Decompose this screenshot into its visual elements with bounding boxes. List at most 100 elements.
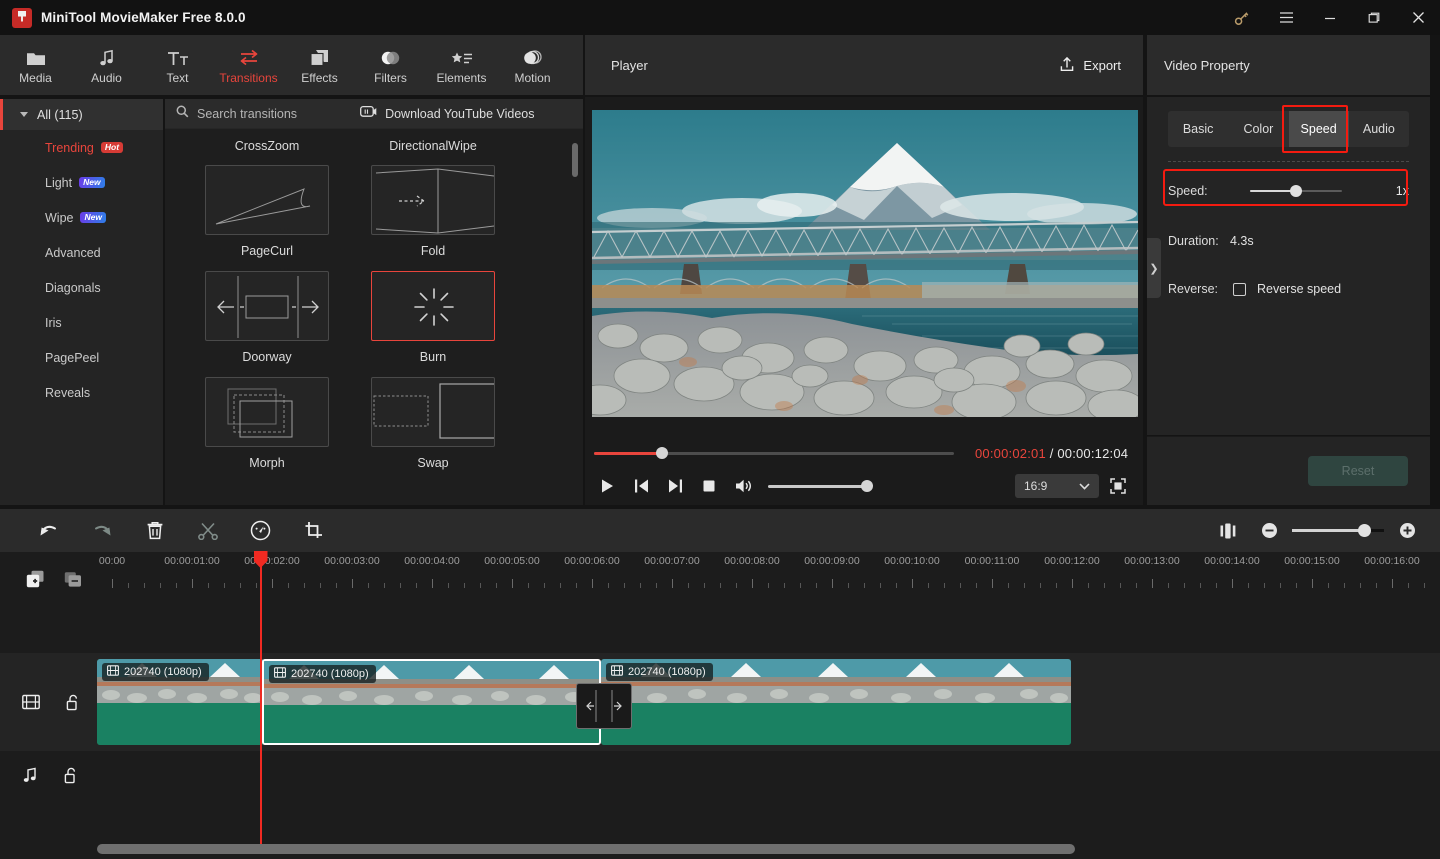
transition-item-burn[interactable]: Burn	[371, 271, 495, 367]
ruler-minor-tick	[896, 583, 897, 588]
volume-slider[interactable]	[768, 480, 873, 492]
tab-media[interactable]: Media	[0, 35, 71, 95]
previous-frame-button[interactable]	[624, 471, 658, 501]
player-area: 00:00:02:01 / 00:00:12:04 16:9	[585, 97, 1143, 505]
maximize-icon[interactable]	[1352, 0, 1396, 35]
collapse-panel-chevron-right-icon[interactable]: ❯	[1147, 238, 1161, 298]
speed-button[interactable]	[234, 509, 287, 552]
timeline-horizontal-scrollbar[interactable]	[97, 844, 1075, 854]
category-item-wipe[interactable]: Wipe New	[0, 200, 163, 235]
transition-item-pagecurl[interactable]: PageCurl	[205, 165, 329, 261]
fit-timeline-icon[interactable]	[1201, 509, 1254, 552]
stop-button[interactable]	[692, 471, 726, 501]
category-item-reveals[interactable]: Reveals	[0, 375, 163, 410]
tab-audio[interactable]: Audio	[1349, 111, 1409, 147]
category-all[interactable]: All (115)	[0, 99, 163, 130]
ruler-minor-tick	[1008, 583, 1009, 588]
split-button[interactable]	[181, 509, 234, 552]
category-label: Diagonals	[45, 280, 101, 295]
tab-color[interactable]: Color	[1228, 111, 1288, 147]
category-item-diagonals[interactable]: Diagonals	[0, 270, 163, 305]
category-item-iris[interactable]: Iris	[0, 305, 163, 340]
speed-handle[interactable]	[1290, 184, 1302, 197]
tab-effects[interactable]: Effects	[284, 35, 355, 95]
category-label: Wipe	[45, 210, 74, 225]
tab-speed[interactable]: Speed	[1288, 111, 1349, 147]
timeline-ruler[interactable]: 00:00 00:00:01:00 00:00:02:00 00:00:03:00 00…	[96, 552, 1440, 600]
search-input[interactable]: Search transitions	[176, 105, 297, 123]
tab-text[interactable]: Text	[142, 35, 213, 95]
playhead[interactable]	[253, 551, 268, 830]
ruler-minor-tick	[1088, 583, 1089, 588]
fullscreen-button[interactable]	[1099, 471, 1137, 501]
unlock-icon[interactable]	[64, 767, 78, 784]
crop-button[interactable]	[287, 509, 340, 552]
key-icon[interactable]	[1220, 0, 1264, 35]
volume-handle[interactable]	[861, 480, 873, 492]
close-icon[interactable]	[1396, 0, 1440, 35]
delete-button[interactable]	[128, 509, 181, 552]
tab-elements[interactable]: Elements	[426, 35, 497, 95]
audio-track-icon[interactable]	[22, 767, 38, 783]
ruler-minor-tick	[560, 583, 561, 588]
video-preview[interactable]	[592, 110, 1138, 417]
zoom-out-icon[interactable]	[1254, 509, 1284, 552]
category-item-pagepeel[interactable]: PagePeel	[0, 340, 163, 375]
category-item-trending[interactable]: Trending Hot	[0, 130, 163, 165]
tab-basic[interactable]: Basic	[1168, 111, 1228, 147]
play-button[interactable]	[590, 471, 624, 501]
doorway-transition-marker[interactable]	[576, 683, 632, 729]
unlock-icon[interactable]	[66, 694, 80, 711]
transition-item-doorway[interactable]: Doorway	[205, 271, 329, 367]
tab-audio[interactable]: Audio	[71, 35, 142, 95]
ruler-minor-tick	[1264, 583, 1265, 588]
tab-filters[interactable]: Filters	[355, 35, 426, 95]
ruler-minor-tick	[496, 583, 497, 588]
app-title: MiniTool MovieMaker Free 8.0.0	[41, 10, 246, 25]
seek-slider[interactable]	[594, 447, 954, 459]
redo-button[interactable]	[75, 509, 128, 552]
tab-motion[interactable]: Motion	[497, 35, 568, 95]
remove-track-icon[interactable]	[64, 570, 83, 588]
tab-transitions[interactable]: Transitions	[213, 35, 284, 95]
ruler-minor-tick	[976, 583, 977, 588]
timeline-zoom-slider[interactable]	[1292, 523, 1384, 537]
minimize-icon[interactable]	[1308, 0, 1352, 35]
download-youtube-videos-button[interactable]: Download YouTube Videos	[360, 105, 535, 123]
transition-thumbnail[interactable]	[205, 165, 329, 235]
transition-item-fold[interactable]: Fold	[371, 165, 495, 261]
zoom-handle[interactable]	[1358, 523, 1371, 537]
timeline-zoom-tools	[1201, 509, 1422, 552]
transition-thumbnail[interactable]	[205, 377, 329, 447]
transition-item-morph[interactable]: Morph	[205, 377, 329, 473]
category-item-light[interactable]: Light New	[0, 165, 163, 200]
reset-button[interactable]: Reset	[1308, 456, 1408, 486]
seek-handle[interactable]	[656, 447, 668, 459]
add-track-icon[interactable]	[26, 570, 45, 588]
ruler-tick-label: 00:00:04:00	[404, 555, 460, 567]
transition-thumbnail[interactable]	[371, 377, 495, 447]
category-item-advanced[interactable]: Advanced	[0, 235, 163, 270]
ruler-tick-label: 00:00:16:00	[1364, 555, 1420, 567]
ruler-tick-label: 00:00:03:00	[324, 555, 380, 567]
zoom-in-icon[interactable]	[1392, 509, 1422, 552]
speed-slider[interactable]	[1250, 184, 1342, 197]
transition-item-swap[interactable]: Swap	[371, 377, 495, 473]
reverse-speed-checkbox[interactable]	[1233, 282, 1246, 296]
transitions-scrollbar[interactable]	[572, 143, 578, 177]
aspect-ratio-select[interactable]: 16:9	[1015, 474, 1099, 498]
menu-icon[interactable]	[1264, 0, 1308, 35]
video-track-icon[interactable]	[22, 694, 40, 710]
ruler-tick-label: 00:00:05:00	[484, 555, 540, 567]
transition-thumbnail[interactable]	[205, 271, 329, 341]
transition-thumbnail[interactable]	[371, 165, 495, 235]
next-frame-button[interactable]	[658, 471, 692, 501]
table-row[interactable]: 202740 (1080p)	[262, 659, 601, 745]
transition-thumbnail-selected[interactable]	[371, 271, 495, 341]
export-button[interactable]: Export	[1059, 56, 1121, 75]
undo-button[interactable]	[22, 509, 75, 552]
table-row[interactable]: 202740 (1080p)	[601, 659, 1071, 745]
volume-icon[interactable]	[726, 471, 760, 501]
table-row[interactable]: 202740 (1080p)	[97, 659, 264, 745]
clip-body	[264, 705, 599, 743]
